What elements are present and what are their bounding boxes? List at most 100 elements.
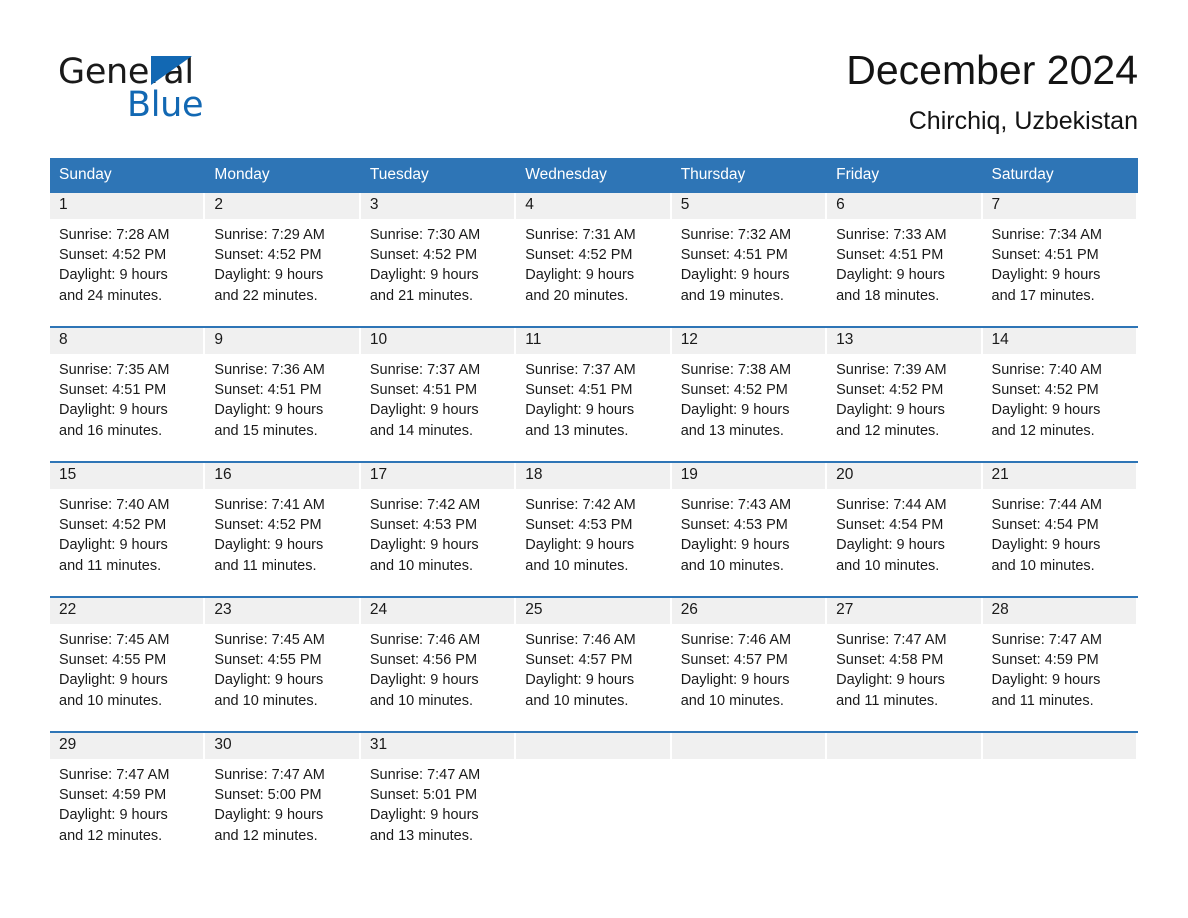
day-cell[interactable]: 15 Sunrise: 7:40 AM Sunset: 4:52 PM Dayl… xyxy=(50,463,206,596)
sunset-text: Sunset: 4:51 PM xyxy=(369,382,478,399)
day-number-band: 20 xyxy=(827,463,983,489)
day-cell[interactable]: 21 Sunrise: 7:44 AM Sunset: 4:54 PM Dayl… xyxy=(982,463,1138,596)
day-cell[interactable]: 27 Sunrise: 7:47 AM Sunset: 4:58 PM Dayl… xyxy=(827,598,983,731)
daylight-text-line2: and 11 minutes. xyxy=(59,557,162,574)
daylight-text-line2: and 12 minutes. xyxy=(59,827,163,844)
daylight-text-line2: and 10 minutes. xyxy=(991,557,1095,574)
day-cell[interactable]: 10 Sunrise: 7:37 AM Sunset: 4:51 PM Dayl… xyxy=(360,328,517,461)
day-info: Sunrise: 7:35 AM Sunset: 4:51 PM Dayligh… xyxy=(50,354,205,441)
sunset-text: Sunset: 4:52 PM xyxy=(214,517,322,534)
daylight-text-line1: Daylight: 9 hours xyxy=(59,267,168,284)
day-cell[interactable]: 4 Sunrise: 7:31 AM Sunset: 4:52 PM Dayli… xyxy=(516,193,672,326)
sunset-text: Sunset: 5:01 PM xyxy=(369,787,478,804)
daylight-text-line2: and 18 minutes. xyxy=(836,287,940,304)
day-cell[interactable]: 22 Sunrise: 7:45 AM Sunset: 4:55 PM Dayl… xyxy=(50,598,206,731)
day-cell[interactable]: 12 Sunrise: 7:38 AM Sunset: 4:52 PM Dayl… xyxy=(671,328,828,461)
day-cell[interactable]: 29 Sunrise: 7:47 AM Sunset: 4:59 PM Dayl… xyxy=(50,733,206,866)
day-number-band: 4 xyxy=(516,193,672,219)
sunset-text: Sunset: 4:55 PM xyxy=(59,652,167,669)
day-cell[interactable]: 20 Sunrise: 7:44 AM Sunset: 4:54 PM Dayl… xyxy=(827,463,983,596)
day-cell[interactable]: 2 Sunrise: 7:29 AM Sunset: 4:52 PM Dayli… xyxy=(205,193,361,326)
day-cell[interactable]: 17 Sunrise: 7:42 AM Sunset: 4:53 PM Dayl… xyxy=(360,463,517,596)
daylight-text-line1: Daylight: 9 hours xyxy=(369,537,479,554)
sunrise-text: Sunrise: 7:43 AM xyxy=(680,497,792,513)
day-info: Sunrise: 7:46 AM Sunset: 4:57 PM Dayligh… xyxy=(516,624,671,711)
day-cell[interactable]: 24 Sunrise: 7:46 AM Sunset: 4:56 PM Dayl… xyxy=(360,598,517,731)
day-info: Sunrise: 7:34 AM Sunset: 4:51 PM Dayligh… xyxy=(983,219,1138,306)
sunrise-text: Sunrise: 7:39 AM xyxy=(836,362,947,378)
day-info: Sunrise: 7:33 AM Sunset: 4:51 PM Dayligh… xyxy=(827,219,982,306)
day-cell[interactable]: 13 Sunrise: 7:39 AM Sunset: 4:52 PM Dayl… xyxy=(827,328,983,461)
day-number: 22 xyxy=(59,601,77,618)
day-cell[interactable]: 11 Sunrise: 7:37 AM Sunset: 4:51 PM Dayl… xyxy=(516,328,672,461)
daylight-text-line2: and 11 minutes. xyxy=(991,692,1094,709)
sunrise-text: Sunrise: 7:32 AM xyxy=(680,227,792,243)
daylight-text-line1: Daylight: 9 hours xyxy=(525,402,635,419)
day-info: Sunrise: 7:47 AM Sunset: 5:00 PM Dayligh… xyxy=(205,759,360,846)
daylight-text-line1: Daylight: 9 hours xyxy=(680,402,790,419)
day-number: 18 xyxy=(525,466,543,483)
day-number-band: 30 xyxy=(205,733,361,759)
day-cell[interactable]: 16 Sunrise: 7:41 AM Sunset: 4:52 PM Dayl… xyxy=(205,463,361,596)
sunrise-text: Sunrise: 7:44 AM xyxy=(836,497,947,513)
day-number-band: 8 xyxy=(50,328,206,354)
day-number-band: 29 xyxy=(50,733,206,759)
day-info: Sunrise: 7:45 AM Sunset: 4:55 PM Dayligh… xyxy=(205,624,360,711)
day-info: Sunrise: 7:41 AM Sunset: 4:52 PM Dayligh… xyxy=(205,489,360,576)
day-cell[interactable]: 28 Sunrise: 7:47 AM Sunset: 4:59 PM Dayl… xyxy=(982,598,1138,731)
day-cell-empty xyxy=(516,733,672,866)
day-cell[interactable]: 3 Sunrise: 7:30 AM Sunset: 4:52 PM Dayli… xyxy=(360,193,517,326)
sunset-text: Sunset: 4:53 PM xyxy=(525,517,633,534)
day-cell[interactable]: 9 Sunrise: 7:36 AM Sunset: 4:51 PM Dayli… xyxy=(205,328,361,461)
sunset-text: Sunset: 4:59 PM xyxy=(59,787,167,804)
day-cell[interactable]: 14 Sunrise: 7:40 AM Sunset: 4:52 PM Dayl… xyxy=(982,328,1138,461)
day-number: 20 xyxy=(836,466,854,483)
day-cell[interactable]: 6 Sunrise: 7:33 AM Sunset: 4:51 PM Dayli… xyxy=(827,193,983,326)
day-cell[interactable]: 8 Sunrise: 7:35 AM Sunset: 4:51 PM Dayli… xyxy=(50,328,206,461)
day-number-band: 24 xyxy=(360,598,517,624)
day-info: Sunrise: 7:42 AM Sunset: 4:53 PM Dayligh… xyxy=(361,489,516,576)
day-cell[interactable]: 19 Sunrise: 7:43 AM Sunset: 4:53 PM Dayl… xyxy=(671,463,828,596)
daylight-text-line1: Daylight: 9 hours xyxy=(214,537,324,554)
day-number-band: 10 xyxy=(360,328,517,354)
daylight-text-line1: Daylight: 9 hours xyxy=(59,807,168,824)
day-number: 19 xyxy=(680,466,698,483)
day-cell[interactable]: 25 Sunrise: 7:46 AM Sunset: 4:57 PM Dayl… xyxy=(516,598,672,731)
day-info: Sunrise: 7:45 AM Sunset: 4:55 PM Dayligh… xyxy=(50,624,205,711)
sunrise-text: Sunrise: 7:47 AM xyxy=(214,767,325,783)
day-number-band: 19 xyxy=(671,463,828,489)
day-number-band: 7 xyxy=(982,193,1138,219)
day-number: 21 xyxy=(991,466,1009,483)
weekday-header-row: Sunday Monday Tuesday Wednesday Thursday… xyxy=(50,158,1138,193)
weekday-header-monday: Monday xyxy=(205,158,361,193)
daylight-text-line2: and 10 minutes. xyxy=(680,692,784,709)
daylight-text-line2: and 11 minutes. xyxy=(214,557,317,574)
day-cell[interactable]: 26 Sunrise: 7:46 AM Sunset: 4:57 PM Dayl… xyxy=(671,598,828,731)
daylight-text-line2: and 10 minutes. xyxy=(369,557,474,574)
day-cell[interactable]: 23 Sunrise: 7:45 AM Sunset: 4:55 PM Dayl… xyxy=(205,598,361,731)
day-cell[interactable]: 7 Sunrise: 7:34 AM Sunset: 4:51 PM Dayli… xyxy=(982,193,1138,326)
weekday-header-friday: Friday xyxy=(827,158,983,193)
daylight-text-line1: Daylight: 9 hours xyxy=(836,267,945,284)
sunrise-text: Sunrise: 7:28 AM xyxy=(59,227,170,243)
day-cell[interactable]: 31 Sunrise: 7:47 AM Sunset: 5:01 PM Dayl… xyxy=(360,733,517,866)
week-row: 8 Sunrise: 7:35 AM Sunset: 4:51 PM Dayli… xyxy=(50,326,1138,461)
day-number-band: 14 xyxy=(982,328,1138,354)
day-number-band: 18 xyxy=(516,463,672,489)
day-number-band xyxy=(516,733,672,759)
day-number-band: 1 xyxy=(50,193,206,219)
day-number: 15 xyxy=(59,466,77,483)
day-info: Sunrise: 7:37 AM Sunset: 4:51 PM Dayligh… xyxy=(516,354,671,441)
day-cell[interactable]: 1 Sunrise: 7:28 AM Sunset: 4:52 PM Dayli… xyxy=(50,193,206,326)
daylight-text-line2: and 10 minutes. xyxy=(525,557,629,574)
day-cell[interactable]: 18 Sunrise: 7:42 AM Sunset: 4:53 PM Dayl… xyxy=(516,463,672,596)
day-cell[interactable]: 30 Sunrise: 7:47 AM Sunset: 5:00 PM Dayl… xyxy=(205,733,361,866)
sunrise-text: Sunrise: 7:30 AM xyxy=(369,227,481,243)
sunrise-text: Sunrise: 7:45 AM xyxy=(214,632,325,648)
week-row: 15 Sunrise: 7:40 AM Sunset: 4:52 PM Dayl… xyxy=(50,461,1138,596)
day-number-band: 13 xyxy=(827,328,983,354)
general-blue-logo[interactable]: General Blue xyxy=(58,52,318,125)
day-cell[interactable]: 5 Sunrise: 7:32 AM Sunset: 4:51 PM Dayli… xyxy=(671,193,828,326)
daylight-text-line1: Daylight: 9 hours xyxy=(214,267,324,284)
logo-text-blue: Blue xyxy=(127,85,204,125)
